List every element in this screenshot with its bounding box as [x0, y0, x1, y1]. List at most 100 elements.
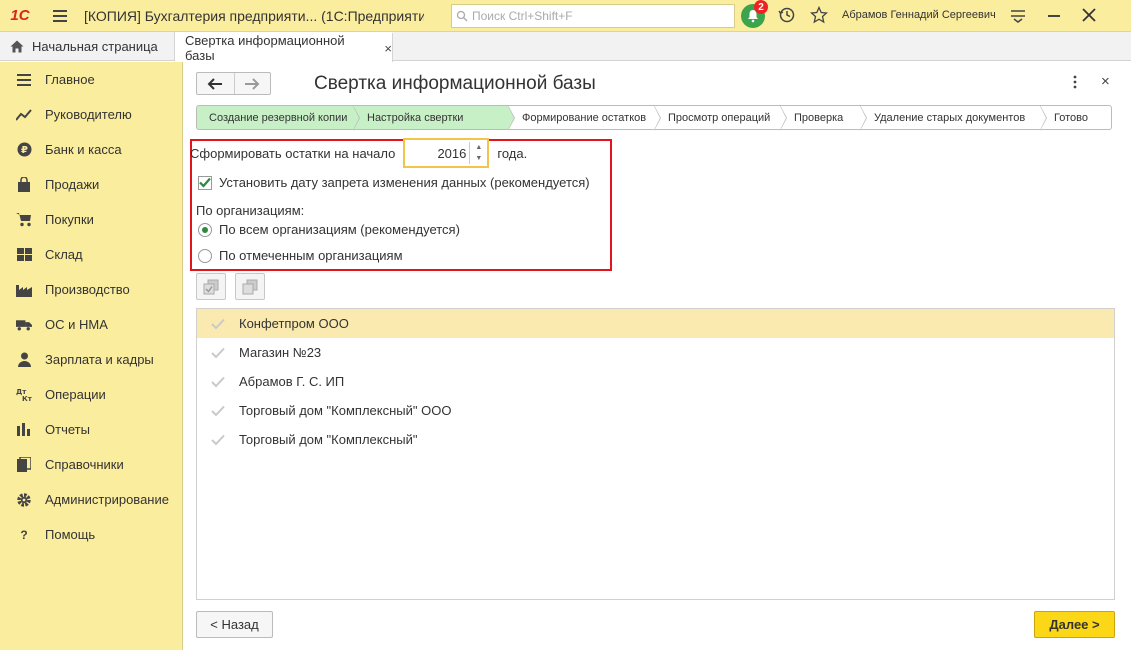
svg-text:Кт: Кт	[22, 395, 32, 402]
search-placeholder: Поиск Ctrl+Shift+F	[472, 9, 573, 23]
sidebar-item-label: Главное	[45, 72, 95, 87]
next-button[interactable]: Далее >	[1034, 611, 1115, 638]
sidebar-item-catalogs[interactable]: Справочники	[0, 447, 182, 482]
sidebar-item-fixed-assets[interactable]: ОС и НМА	[0, 307, 182, 342]
form-area: Свертка информационной базы × Создание р…	[184, 62, 1131, 650]
sidebar-item-warehouse[interactable]: Склад	[0, 237, 182, 272]
lock-date-checkbox[interactable]	[198, 175, 212, 190]
sidebar-item-sales[interactable]: Продажи	[0, 167, 182, 202]
step-check[interactable]: Проверка	[780, 105, 867, 131]
org-check-icon[interactable]	[197, 405, 239, 417]
uncheck-all-button[interactable]	[235, 273, 265, 300]
cart-icon	[16, 212, 32, 228]
sidebar-item-production[interactable]: Производство	[0, 272, 182, 307]
warehouse-icon	[16, 247, 32, 263]
sidebar-item-label: Администрирование	[45, 492, 169, 507]
org-name: Магазин №23	[239, 345, 322, 360]
list-item[interactable]: Конфетпром ООО	[197, 309, 1114, 338]
dt-kt-icon: Дт Кт	[16, 387, 32, 403]
lock-date-label: Установить дату запрета изменения данных…	[219, 175, 590, 190]
factory-icon	[16, 282, 32, 298]
org-name: Абрамов Г. С. ИП	[239, 374, 345, 389]
window-close-icon[interactable]	[1080, 6, 1098, 27]
year-spinner[interactable]: ▲ ▼	[469, 142, 487, 164]
tab-close-icon[interactable]: ×	[384, 41, 392, 56]
step-balances[interactable]: Формирование остатков	[508, 105, 661, 131]
current-user[interactable]: Абрамов Геннадий Сергеевич	[842, 9, 996, 21]
tab-bar: Начальная страница Свертка информационно…	[0, 32, 1131, 63]
check-all-button[interactable]	[196, 273, 226, 300]
step-view-operations[interactable]: Просмотр операций	[654, 105, 787, 131]
sidebar-item-label: Помощь	[45, 527, 96, 542]
check-all-icon	[203, 279, 219, 294]
radio-marked-orgs-label: По отмеченным организациям	[219, 248, 403, 263]
sidebar-item-label: Банк и касса	[45, 142, 122, 157]
list-item[interactable]: Абрамов Г. С. ИП	[197, 367, 1114, 396]
org-check-icon[interactable]	[197, 318, 239, 330]
tab-rollup[interactable]: Свертка информационной базы ×	[175, 32, 393, 63]
form-close-icon[interactable]: ×	[1101, 73, 1110, 90]
sidebar-item-purchases[interactable]: Покупки	[0, 202, 182, 237]
bars-icon	[16, 422, 32, 438]
ruble-icon: ₽	[16, 142, 32, 158]
step-setup[interactable]: Настройка свертки	[353, 105, 515, 131]
wizard-steps: Создание резервной копии Настройка сверт…	[196, 105, 1112, 131]
org-check-icon[interactable]	[197, 347, 239, 359]
sidebar-item-bank[interactable]: ₽ Банк и касса	[0, 132, 182, 167]
sidebar-item-label: Операции	[45, 387, 106, 402]
lock-date-row[interactable]: Установить дату запрета изменения данных…	[198, 175, 590, 190]
org-check-icon[interactable]	[197, 434, 239, 446]
sidebar-item-help[interactable]: ? Помощь	[0, 517, 182, 552]
svg-text:₽: ₽	[21, 145, 28, 156]
org-check-icon[interactable]	[197, 376, 239, 388]
nav-buttons	[196, 72, 271, 95]
spin-down-icon[interactable]: ▼	[475, 155, 482, 163]
list-item[interactable]: Торговый дом "Комплексный" ООО	[197, 396, 1114, 425]
sidebar-item-main[interactable]: Главное	[0, 62, 182, 97]
books-icon	[16, 457, 32, 473]
favorites-star-icon[interactable]	[809, 5, 829, 27]
year-input[interactable]: 2016 ▲ ▼	[403, 138, 490, 168]
list-item[interactable]: Торговый дом "Комплексный"	[197, 425, 1114, 454]
org-name: Торговый дом "Комплексный" ООО	[239, 403, 452, 418]
minimize-icon[interactable]	[1048, 15, 1060, 17]
truck-icon	[16, 317, 32, 333]
list-item[interactable]: Магазин №23	[197, 338, 1114, 367]
back-button[interactable]: < Назад	[196, 611, 273, 638]
sidebar-item-reports[interactable]: Отчеты	[0, 412, 182, 447]
check-icon	[199, 177, 211, 188]
sidebar-item-admin[interactable]: Администрирование	[0, 482, 182, 517]
org-name: Торговый дом "Комплексный"	[239, 432, 418, 447]
sidebar-item-label: Производство	[45, 282, 130, 297]
sidebar-item-salary[interactable]: Зарплата и кадры	[0, 342, 182, 377]
gear-icon	[16, 492, 32, 508]
radio-all-orgs-row[interactable]: По всем организациям (рекомендуется)	[198, 222, 460, 237]
settings-menu-icon[interactable]	[1010, 8, 1026, 27]
forward-arrow-icon[interactable]	[233, 73, 271, 94]
step-delete-docs[interactable]: Удаление старых документов	[860, 105, 1047, 131]
radio-marked-orgs[interactable]	[198, 248, 212, 263]
app-title: [КОПИЯ] Бухгалтерия предприяти... (1С:Пр…	[84, 7, 424, 24]
step-done[interactable]: Готово	[1040, 105, 1112, 130]
sidebar-item-label: ОС и НМА	[45, 317, 108, 332]
main-menu-icon[interactable]	[48, 0, 72, 32]
radio-marked-orgs-row[interactable]: По отмеченным организациям	[198, 248, 403, 263]
back-arrow-icon[interactable]	[197, 73, 234, 94]
search-input[interactable]: Поиск Ctrl+Shift+F	[451, 4, 735, 28]
sidebar: Главное Руководителю ₽ Банк и касса Прод…	[0, 62, 183, 650]
sidebar-item-label: Руководителю	[45, 107, 132, 122]
tab-home[interactable]: Начальная страница	[0, 32, 175, 61]
history-icon[interactable]	[778, 6, 796, 27]
orgs-label: По организациям:	[196, 203, 305, 218]
step-backup[interactable]: Создание резервной копии	[196, 105, 360, 131]
spin-up-icon[interactable]: ▲	[475, 144, 482, 152]
more-vertical-icon[interactable]	[1073, 75, 1077, 92]
balance-label: Сформировать остатки на начало	[190, 145, 396, 161]
person-icon	[16, 352, 32, 368]
sidebar-item-operations[interactable]: Дт Кт Операции	[0, 377, 182, 412]
radio-all-orgs[interactable]	[198, 222, 212, 237]
1c-logo[interactable]: 1С	[0, 0, 40, 32]
sidebar-item-manager[interactable]: Руководителю	[0, 97, 182, 132]
radio-all-orgs-label: По всем организациям (рекомендуется)	[219, 222, 460, 237]
uncheck-all-icon	[242, 279, 258, 294]
